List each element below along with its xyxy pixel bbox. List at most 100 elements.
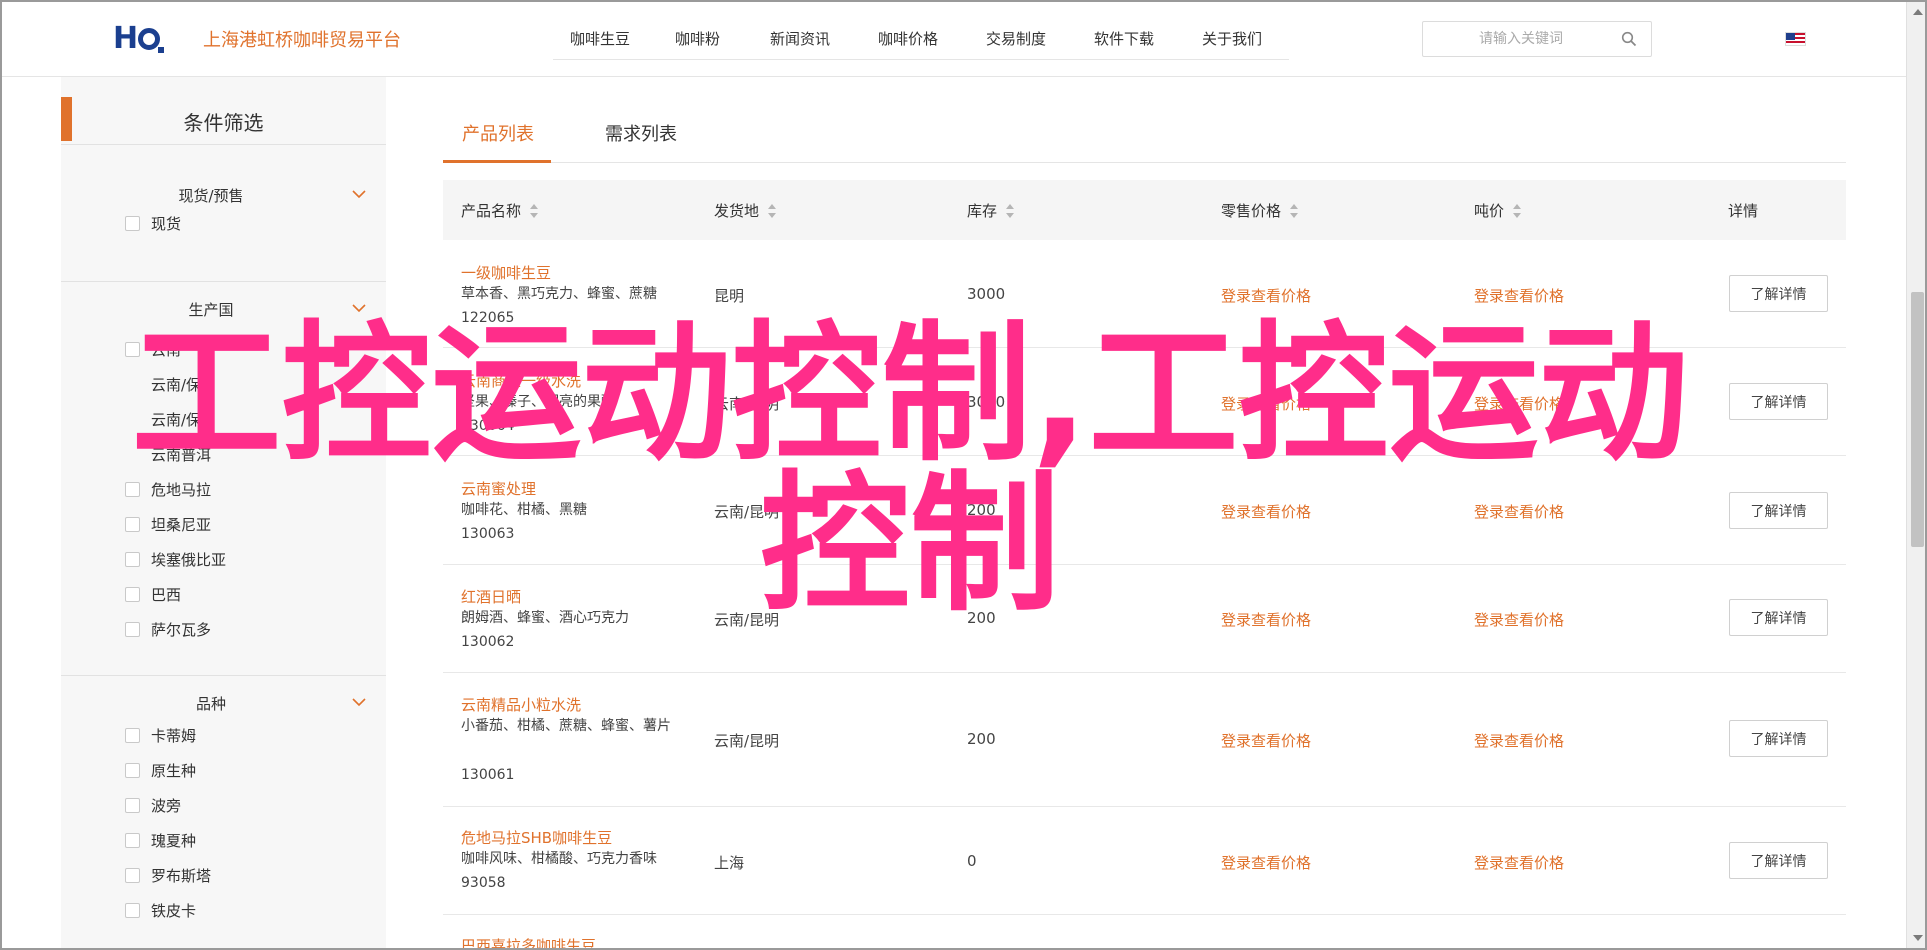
retail-price-login-link[interactable]: 登录查看价格 bbox=[1221, 501, 1311, 522]
chevron-down-icon[interactable] bbox=[352, 301, 366, 315]
filter-option[interactable]: 铁皮卡 bbox=[125, 900, 196, 920]
product-name-link[interactable]: 巴西喜拉多咖啡生豆 bbox=[461, 935, 596, 950]
site-name[interactable]: 上海港虹桥咖啡贸易平台 bbox=[203, 26, 401, 52]
filter-group-title[interactable]: 现货/预售 bbox=[61, 185, 361, 206]
tab-products[interactable]: 产品列表 bbox=[462, 120, 534, 146]
search-icon[interactable] bbox=[1621, 31, 1637, 47]
sort-icon[interactable] bbox=[530, 203, 539, 218]
checkbox[interactable] bbox=[125, 481, 140, 497]
filter-option[interactable]: 埃塞俄比亚 bbox=[125, 549, 226, 569]
ton-price-login-link[interactable]: 登录查看价格 bbox=[1474, 285, 1564, 306]
table-row: 云南商业一级水洗 坚果、榛子、明亮的果酸 130064 云南/昆明 3000 登… bbox=[443, 348, 1846, 456]
nav-item-downloads[interactable]: 软件下载 bbox=[1094, 28, 1154, 49]
product-name-link[interactable]: 一级咖啡生豆 bbox=[461, 262, 551, 283]
filter-option[interactable]: 波旁 bbox=[125, 795, 181, 815]
checkbox[interactable] bbox=[125, 832, 140, 848]
checkbox[interactable] bbox=[125, 341, 140, 357]
detail-button[interactable]: 了解详情 bbox=[1729, 599, 1828, 636]
table-header: 产品名称 发货地 库存 零售价格 吨价 详情 bbox=[443, 180, 1846, 240]
filter-group-title[interactable]: 生产国 bbox=[61, 299, 361, 320]
filter-option[interactable]: 萨尔瓦多 bbox=[125, 619, 211, 639]
scroll-down-arrow-icon[interactable] bbox=[1913, 935, 1923, 941]
column-header-retail-price[interactable]: 零售价格 bbox=[1221, 200, 1299, 221]
origin-cell: 云南/昆明 bbox=[714, 395, 780, 413]
retail-price-login-link[interactable]: 登录查看价格 bbox=[1221, 393, 1311, 414]
filter-option[interactable]: 原生种 bbox=[125, 760, 196, 780]
tab-demands[interactable]: 需求列表 bbox=[605, 120, 677, 146]
product-name-link[interactable]: 云南精品小粒水洗 bbox=[461, 694, 581, 715]
product-code: 130061 bbox=[461, 767, 515, 783]
ton-price-login-link[interactable]: 登录查看价格 bbox=[1474, 609, 1564, 630]
ton-price-login-link[interactable]: 登录查看价格 bbox=[1474, 501, 1564, 522]
retail-price-login-link[interactable]: 登录查看价格 bbox=[1221, 730, 1311, 751]
filter-option[interactable]: 云南普洱 bbox=[125, 444, 211, 464]
scrollbar-thumb[interactable] bbox=[1911, 292, 1924, 547]
checkbox[interactable] bbox=[125, 551, 140, 567]
filter-option[interactable]: 巴西 bbox=[125, 584, 181, 604]
us-flag-icon[interactable] bbox=[1785, 32, 1806, 46]
nav-item-news[interactable]: 新闻资讯 bbox=[770, 28, 830, 49]
search-input[interactable] bbox=[1423, 22, 1613, 56]
detail-button[interactable]: 了解详情 bbox=[1729, 383, 1828, 420]
product-name-link[interactable]: 云南商业一级水洗 bbox=[461, 370, 581, 391]
filter-option[interactable]: 云南/保山 bbox=[125, 409, 216, 429]
sort-icon[interactable] bbox=[1290, 203, 1299, 218]
filter-option[interactable]: 云南/保山 bbox=[125, 374, 216, 394]
retail-price-login-link[interactable]: 登录查看价格 bbox=[1221, 285, 1311, 306]
nav-item-trading-rules[interactable]: 交易制度 bbox=[986, 28, 1046, 49]
filter-option[interactable]: 云南 bbox=[125, 339, 181, 359]
column-header-origin[interactable]: 发货地 bbox=[714, 200, 777, 221]
filter-option[interactable]: 卡蒂姆 bbox=[125, 725, 196, 745]
checkbox[interactable] bbox=[125, 516, 140, 532]
detail-button[interactable]: 了解详情 bbox=[1729, 492, 1828, 529]
filter-option[interactable]: 坦桑尼亚 bbox=[125, 514, 211, 534]
filter-option[interactable]: 瑰夏种 bbox=[125, 830, 196, 850]
filter-option[interactable]: 罗布斯塔 bbox=[125, 865, 211, 885]
table-row: 危地马拉SHB咖啡生豆 咖啡风味、柑橘酸、巧克力香味 93058 上海 0 登录… bbox=[443, 807, 1846, 915]
sort-icon[interactable] bbox=[1513, 203, 1522, 218]
checkbox[interactable] bbox=[125, 215, 140, 231]
column-header-ton-price[interactable]: 吨价 bbox=[1474, 200, 1522, 221]
site-logo[interactable]: H bbox=[113, 21, 173, 56]
detail-button[interactable]: 了解详情 bbox=[1729, 842, 1828, 879]
checkbox[interactable] bbox=[125, 797, 140, 813]
ton-price-login-link[interactable]: 登录查看价格 bbox=[1474, 852, 1564, 873]
option-label: 现货 bbox=[151, 214, 182, 233]
product-flavor: 坚果、榛子、明亮的果酸 bbox=[461, 394, 615, 410]
sort-icon[interactable] bbox=[1006, 203, 1015, 218]
stock-cell: 200 bbox=[967, 501, 996, 519]
checkbox[interactable] bbox=[125, 586, 140, 602]
sort-icon[interactable] bbox=[768, 203, 777, 218]
checkbox[interactable] bbox=[125, 867, 140, 883]
option-label: 卡蒂姆 bbox=[151, 726, 197, 745]
checkbox[interactable] bbox=[125, 902, 140, 918]
product-name-link[interactable]: 红酒日晒 bbox=[461, 586, 521, 607]
column-header-stock[interactable]: 库存 bbox=[967, 200, 1015, 221]
chevron-down-icon[interactable] bbox=[352, 187, 366, 201]
product-name-link[interactable]: 危地马拉SHB咖啡生豆 bbox=[461, 827, 612, 848]
retail-price-login-link[interactable]: 登录查看价格 bbox=[1221, 852, 1311, 873]
filter-option[interactable]: 危地马拉 bbox=[125, 479, 211, 499]
checkbox[interactable] bbox=[125, 727, 140, 743]
checkbox[interactable] bbox=[125, 762, 140, 778]
product-code: 130062 bbox=[461, 634, 515, 650]
ton-price-login-link[interactable]: 登录查看价格 bbox=[1474, 730, 1564, 751]
detail-button[interactable]: 了解详情 bbox=[1729, 275, 1828, 312]
detail-button[interactable]: 了解详情 bbox=[1729, 720, 1828, 757]
nav-item-prices[interactable]: 咖啡价格 bbox=[878, 28, 938, 49]
stock-cell: 200 bbox=[967, 730, 996, 748]
product-name-link[interactable]: 云南蜜处理 bbox=[461, 478, 536, 499]
column-header-name[interactable]: 产品名称 bbox=[461, 200, 539, 221]
retail-price-login-link[interactable]: 登录查看价格 bbox=[1221, 609, 1311, 630]
chevron-down-icon[interactable] bbox=[352, 695, 366, 709]
filter-option[interactable]: 现货 bbox=[125, 213, 181, 233]
scroll-up-arrow-icon[interactable] bbox=[1913, 9, 1923, 15]
vertical-scrollbar[interactable] bbox=[1906, 0, 1927, 950]
nav-item-about[interactable]: 关于我们 bbox=[1202, 28, 1262, 49]
filter-group-title[interactable]: 品种 bbox=[61, 693, 361, 714]
option-label: 原生种 bbox=[151, 761, 197, 780]
checkbox[interactable] bbox=[125, 621, 140, 637]
nav-item-green-beans[interactable]: 咖啡生豆 bbox=[570, 28, 630, 49]
nav-item-coffee-powder[interactable]: 咖啡粉 bbox=[675, 28, 720, 49]
ton-price-login-link[interactable]: 登录查看价格 bbox=[1474, 393, 1564, 414]
